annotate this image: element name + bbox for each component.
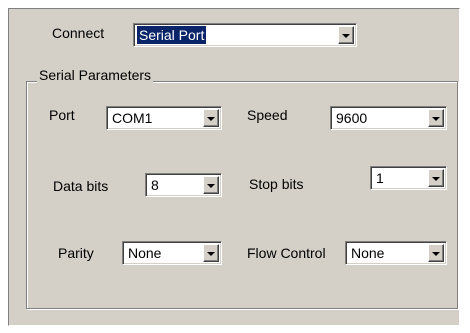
data-bits-dropdown-button[interactable] xyxy=(203,176,219,194)
chevron-down-icon xyxy=(432,252,440,256)
chevron-down-icon xyxy=(207,252,215,256)
data-bits-label: Data bits xyxy=(53,178,109,194)
serial-parameters-title: Serial Parameters xyxy=(37,67,154,83)
stop-bits-select-value: 1 xyxy=(376,170,384,186)
speed-dropdown-button[interactable] xyxy=(428,109,444,127)
port-select-value: COM1 xyxy=(112,110,153,126)
data-bits-select[interactable]: 8 xyxy=(145,173,222,197)
connect-dropdown-button[interactable] xyxy=(338,26,354,44)
flow-control-label: Flow Control xyxy=(247,245,326,261)
connect-select[interactable]: Serial Port xyxy=(133,23,357,47)
speed-label: Speed xyxy=(247,107,288,123)
data-bits-select-value: 8 xyxy=(151,177,159,193)
chevron-down-icon xyxy=(342,34,350,38)
connect-select-value: Serial Port xyxy=(137,26,207,44)
chevron-down-icon xyxy=(207,184,215,188)
flow-control-dropdown-button[interactable] xyxy=(428,244,444,262)
parity-select-value: None xyxy=(128,245,162,261)
chevron-down-icon xyxy=(432,177,440,181)
stop-bits-label: Stop bits xyxy=(249,176,304,192)
chevron-down-icon xyxy=(207,117,215,121)
port-label: Port xyxy=(49,107,75,123)
speed-select[interactable]: 9600 xyxy=(330,106,447,130)
connection-settings-panel: Connect Serial Port Serial Parameters Po… xyxy=(8,8,460,326)
stop-bits-dropdown-button[interactable] xyxy=(428,169,444,187)
port-dropdown-button[interactable] xyxy=(203,109,219,127)
connect-label: Connect xyxy=(52,25,105,41)
parity-label: Parity xyxy=(58,245,94,261)
speed-select-value: 9600 xyxy=(336,110,368,126)
parity-select[interactable]: None xyxy=(122,241,222,265)
stop-bits-select[interactable]: 1 xyxy=(370,166,447,190)
port-select[interactable]: COM1 xyxy=(106,106,222,130)
chevron-down-icon xyxy=(432,117,440,121)
flow-control-select[interactable]: None xyxy=(345,241,447,265)
flow-control-select-value: None xyxy=(351,245,385,261)
parity-dropdown-button[interactable] xyxy=(203,244,219,262)
